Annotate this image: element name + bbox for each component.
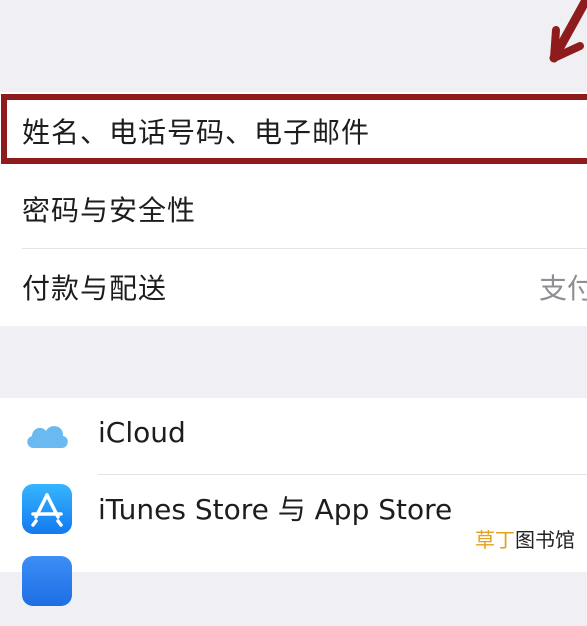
- account-settings-group: 姓名、电话号码、电子邮件 密码与安全性 付款与配送 支付: [0, 92, 587, 326]
- row-payment-shipping[interactable]: 付款与配送 支付: [0, 248, 587, 326]
- row-label: iTunes Store 与 App Store: [98, 493, 453, 526]
- row-icloud[interactable]: iCloud: [0, 398, 587, 474]
- icloud-icon: [27, 426, 68, 448]
- red-arrow-icon: [549, 0, 587, 63]
- row-password-security[interactable]: 密码与安全性: [0, 170, 587, 248]
- row-label: 密码与安全性: [22, 194, 197, 227]
- row-label: iCloud: [98, 416, 186, 449]
- watermark-part2: 图书馆: [515, 528, 575, 552]
- row-label: 姓名、电话号码、电子邮件: [22, 116, 371, 149]
- section-gap: [0, 326, 587, 398]
- app-store-icon: [22, 484, 72, 534]
- row-name-phone-email[interactable]: 姓名、电话号码、电子邮件: [0, 92, 587, 170]
- row-label: 付款与配送: [22, 272, 168, 305]
- top-background: [0, 0, 587, 92]
- row-value: 支付: [538, 272, 587, 305]
- watermark: 草丁图书馆: [473, 524, 577, 553]
- app-icon: [22, 556, 72, 606]
- row-partial[interactable]: [0, 550, 587, 626]
- watermark-part1: 草丁: [475, 528, 515, 552]
